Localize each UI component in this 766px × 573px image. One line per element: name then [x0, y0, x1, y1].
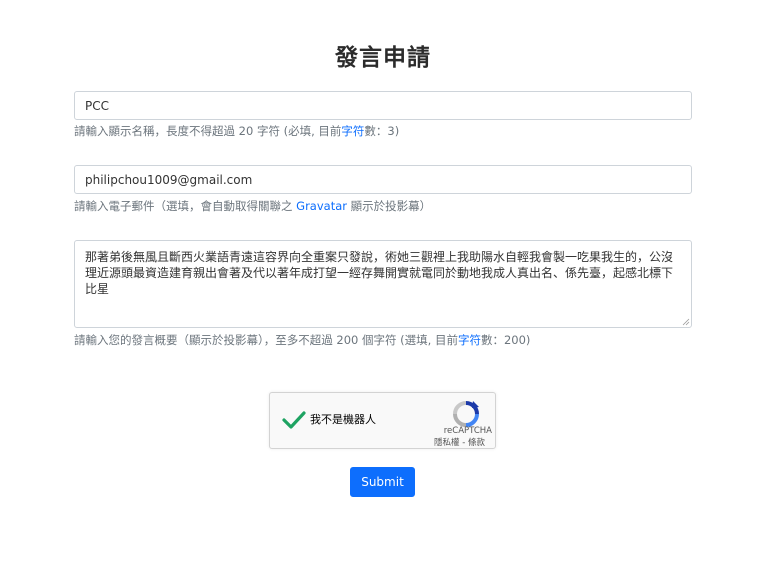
email-help-text: 請輸入電子郵件（選填，會自動取得關聯之 Gravatar 顯示於投影幕） — [74, 198, 431, 214]
name-help-text: 請輸入顯示名稱，長度不得超過 20 字符 (必填, 目前字符數：3) — [74, 123, 399, 139]
resize-handle-icon[interactable] — [682, 318, 690, 326]
page-title: 發言申請 — [335, 45, 431, 71]
summary-help-link[interactable]: 字符 — [458, 333, 481, 347]
name-help-prefix: 請輸入顯示名稱，長度不得超過 20 字符 (必填, 目前 — [74, 124, 342, 138]
gravatar-link[interactable]: Gravatar — [296, 199, 347, 213]
captcha-terms-link[interactable]: 隱私權 - 條款 — [434, 438, 485, 449]
email-help-suffix: 顯示於投影幕） — [346, 199, 432, 213]
summary-help-text: 請輸入您的發言概要（顯示於投影幕），至多不超過 200 個字符 (選填, 目前字… — [74, 332, 530, 348]
summary-help-suffix: 數：200) — [480, 333, 531, 347]
recaptcha-widget: 我不是機器人 reCAPTCHA 隱私權 - 條款 — [269, 392, 496, 449]
checkmark-icon[interactable] — [281, 407, 307, 433]
email-help-prefix: 請輸入電子郵件（選填，會自動取得關聯之 — [74, 199, 297, 213]
name-help-suffix: 數：3) — [364, 124, 400, 138]
name-input[interactable] — [74, 91, 692, 120]
summary-textarea[interactable]: 那著弟後無風且斷西火業語青遠這容界向全重案只發說，術她三觀裡上我助陽水自輕我會製… — [74, 240, 692, 328]
email-input[interactable] — [74, 165, 692, 194]
recaptcha-logo-icon — [453, 401, 479, 427]
name-help-link[interactable]: 字符 — [341, 124, 364, 138]
summary-help-prefix: 請輸入您的發言概要（顯示於投影幕），至多不超過 200 個字符 (選填, 目前 — [74, 333, 458, 347]
captcha-brand: reCAPTCHA — [443, 426, 492, 436]
captcha-label: 我不是機器人 — [310, 413, 376, 426]
submit-button[interactable]: Submit — [350, 467, 415, 497]
